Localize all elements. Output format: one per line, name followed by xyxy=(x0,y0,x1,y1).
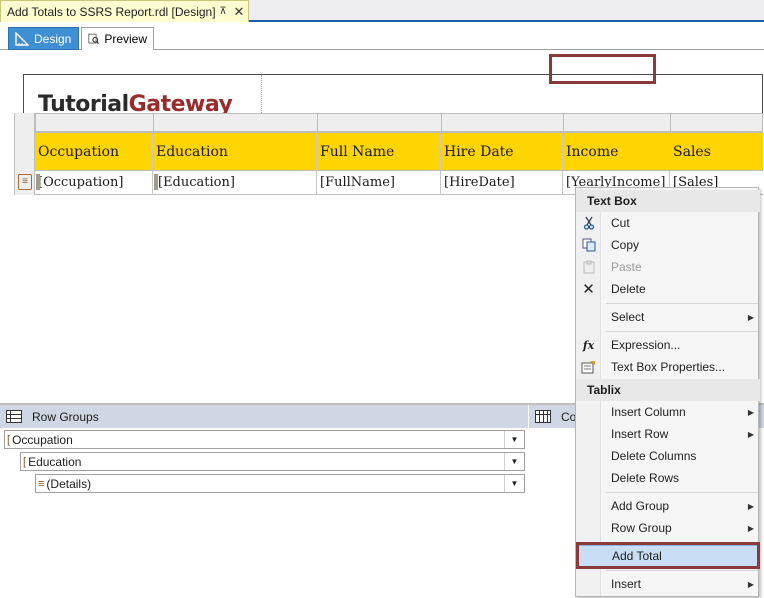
tablix-header-row: Occupation Education Full Name Hire Date… xyxy=(35,132,763,170)
logo-textbox[interactable]: TutorialGateway xyxy=(24,75,262,117)
submenu-arrow-icon: ▶ xyxy=(747,523,755,533)
menu-item-label: Insert Row xyxy=(611,427,669,441)
expression-fx-icon: fx xyxy=(582,338,595,352)
detail-cell-hire-date[interactable]: [HireDate] xyxy=(441,171,563,194)
menu-item-row-group[interactable]: Row Group ▶ xyxy=(576,517,760,539)
column-handle[interactable] xyxy=(442,114,564,133)
paste-icon xyxy=(576,256,601,278)
row-groups-header: Row Groups xyxy=(0,405,528,428)
menu-section-text-box: Text Box xyxy=(576,190,760,212)
row-group-label: Occupation xyxy=(12,432,73,447)
group-indicator xyxy=(154,174,158,190)
menu-section-tablix: Tablix xyxy=(576,379,760,401)
view-tab-bar: Design Preview xyxy=(0,24,764,50)
column-handle[interactable] xyxy=(318,114,442,133)
menu-item-label: Delete xyxy=(611,282,646,296)
submenu-arrow-icon: ▶ xyxy=(747,579,755,589)
properties-icon xyxy=(576,356,601,378)
row-groups-icon xyxy=(6,410,22,423)
menu-item-label: Insert Column xyxy=(611,405,686,419)
tab-preview-label: Preview xyxy=(104,32,147,46)
column-handle[interactable] xyxy=(564,114,671,133)
submenu-arrow-icon: ▶ xyxy=(747,312,755,322)
header-cell-education[interactable]: Education xyxy=(153,133,317,170)
menu-item-add-group[interactable]: Add Group ▶ xyxy=(576,495,760,517)
preview-icon xyxy=(88,33,100,45)
detail-cell-education[interactable]: [Education] xyxy=(153,171,317,194)
menu-separator xyxy=(606,570,758,571)
menu-item-label: Row Group xyxy=(611,521,672,535)
row-group-education[interactable]: [ Education ▼ xyxy=(20,452,525,471)
row-group-bracket-icon: ≡ xyxy=(18,174,32,190)
menu-item-label: Expression... xyxy=(611,338,681,352)
column-handle-bar xyxy=(14,113,763,133)
row-group-label: Education xyxy=(28,454,82,469)
menu-item-delete-rows[interactable]: Delete Rows xyxy=(576,467,760,489)
document-tab[interactable]: Add Totals to SSRS Report.rdl [Design] ⊼… xyxy=(0,0,249,22)
menu-item-paste[interactable]: Paste xyxy=(576,256,760,278)
submenu-arrow-icon: ▶ xyxy=(747,407,755,417)
row-groups-title: Row Groups xyxy=(32,409,99,424)
menu-item-label: Insert xyxy=(611,577,642,591)
detail-cell-full-name[interactable]: [FullName] xyxy=(317,171,441,194)
menu-item-expression[interactable]: fx Expression... xyxy=(576,334,760,356)
menu-item-select[interactable]: Select ▶ xyxy=(576,306,760,328)
column-handle[interactable] xyxy=(154,114,318,133)
details-group-icon: ≡ xyxy=(38,477,45,490)
menu-item-insert-row[interactable]: Insert Row ▶ xyxy=(576,423,760,445)
menu-item-insert[interactable]: Insert ▶ xyxy=(576,573,760,595)
document-tab-title: Add Totals to SSRS Report.rdl [Design] xyxy=(7,4,216,19)
column-handle[interactable] xyxy=(671,114,763,133)
dropdown-arrow-icon[interactable]: ▼ xyxy=(504,431,524,448)
dropdown-arrow-icon[interactable]: ▼ xyxy=(504,475,524,492)
menu-item-label: Select xyxy=(611,310,645,324)
menu-item-insert-column[interactable]: Insert Column ▶ xyxy=(576,401,760,423)
tab-design-label: Design xyxy=(34,31,72,46)
select-icon xyxy=(576,306,601,328)
column-handle[interactable] xyxy=(36,114,154,133)
menu-separator xyxy=(606,492,758,493)
document-tab-strip: Add Totals to SSRS Report.rdl [Design] ⊼… xyxy=(0,0,764,22)
menu-item-label: Delete Rows xyxy=(611,471,680,485)
header-cell-hire-date[interactable]: Hire Date xyxy=(441,133,563,170)
header-cell-full-name[interactable]: Full Name xyxy=(317,133,441,170)
header-cell-income[interactable]: Income xyxy=(563,133,670,170)
cut-icon xyxy=(576,212,601,234)
group-indicator xyxy=(36,174,40,190)
column-groups-icon xyxy=(535,410,551,423)
add-total-highlight-box xyxy=(576,542,760,569)
menu-item-text-box-properties[interactable]: Text Box Properties... xyxy=(576,356,760,378)
tab-design[interactable]: Design xyxy=(8,27,79,50)
tab-preview[interactable]: Preview xyxy=(81,27,154,50)
row-group-details[interactable]: ≡ (Details) ▼ xyxy=(35,474,525,493)
menu-item-cut[interactable]: Cut xyxy=(576,212,760,234)
menu-item-delete-columns[interactable]: Delete Columns xyxy=(576,445,760,467)
dropdown-arrow-icon[interactable]: ▼ xyxy=(504,453,524,470)
copy-icon xyxy=(576,234,601,256)
menu-item-label: Add Group xyxy=(611,499,670,513)
menu-separator xyxy=(606,303,758,304)
menu-item-label: Cut xyxy=(611,216,630,230)
header-cell-sales[interactable]: Sales xyxy=(670,133,763,170)
delete-icon: ✕ xyxy=(582,281,595,298)
selected-cell-outline xyxy=(549,54,656,84)
pin-icon[interactable]: ⊼ xyxy=(216,6,230,17)
close-icon[interactable]: ✕ xyxy=(230,4,248,20)
submenu-arrow-icon: ▶ xyxy=(747,429,755,439)
menu-item-delete[interactable]: ✕ Delete xyxy=(576,278,760,300)
menu-item-label: Copy xyxy=(611,238,640,252)
row-group-occupation[interactable]: [ Occupation ▼ xyxy=(4,430,525,449)
menu-item-label: Text Box Properties... xyxy=(611,360,726,374)
row-group-label: (Details) xyxy=(46,476,92,491)
menu-separator xyxy=(606,331,758,332)
detail-cell-occupation[interactable]: [Occupation] xyxy=(35,171,153,194)
context-menu: Text Box Cut Copy Paste ✕ Delete Select … xyxy=(575,187,760,597)
tablix[interactable]: ≡ Occupation Education Full Name Hire Da… xyxy=(14,113,763,195)
design-ruler-icon xyxy=(15,31,29,46)
menu-item-label: Paste xyxy=(611,260,642,274)
menu-item-copy[interactable]: Copy xyxy=(576,234,760,256)
header-cell-occupation[interactable]: Occupation xyxy=(35,133,153,170)
menu-item-label: Delete Columns xyxy=(611,449,697,463)
submenu-arrow-icon: ▶ xyxy=(747,501,755,511)
